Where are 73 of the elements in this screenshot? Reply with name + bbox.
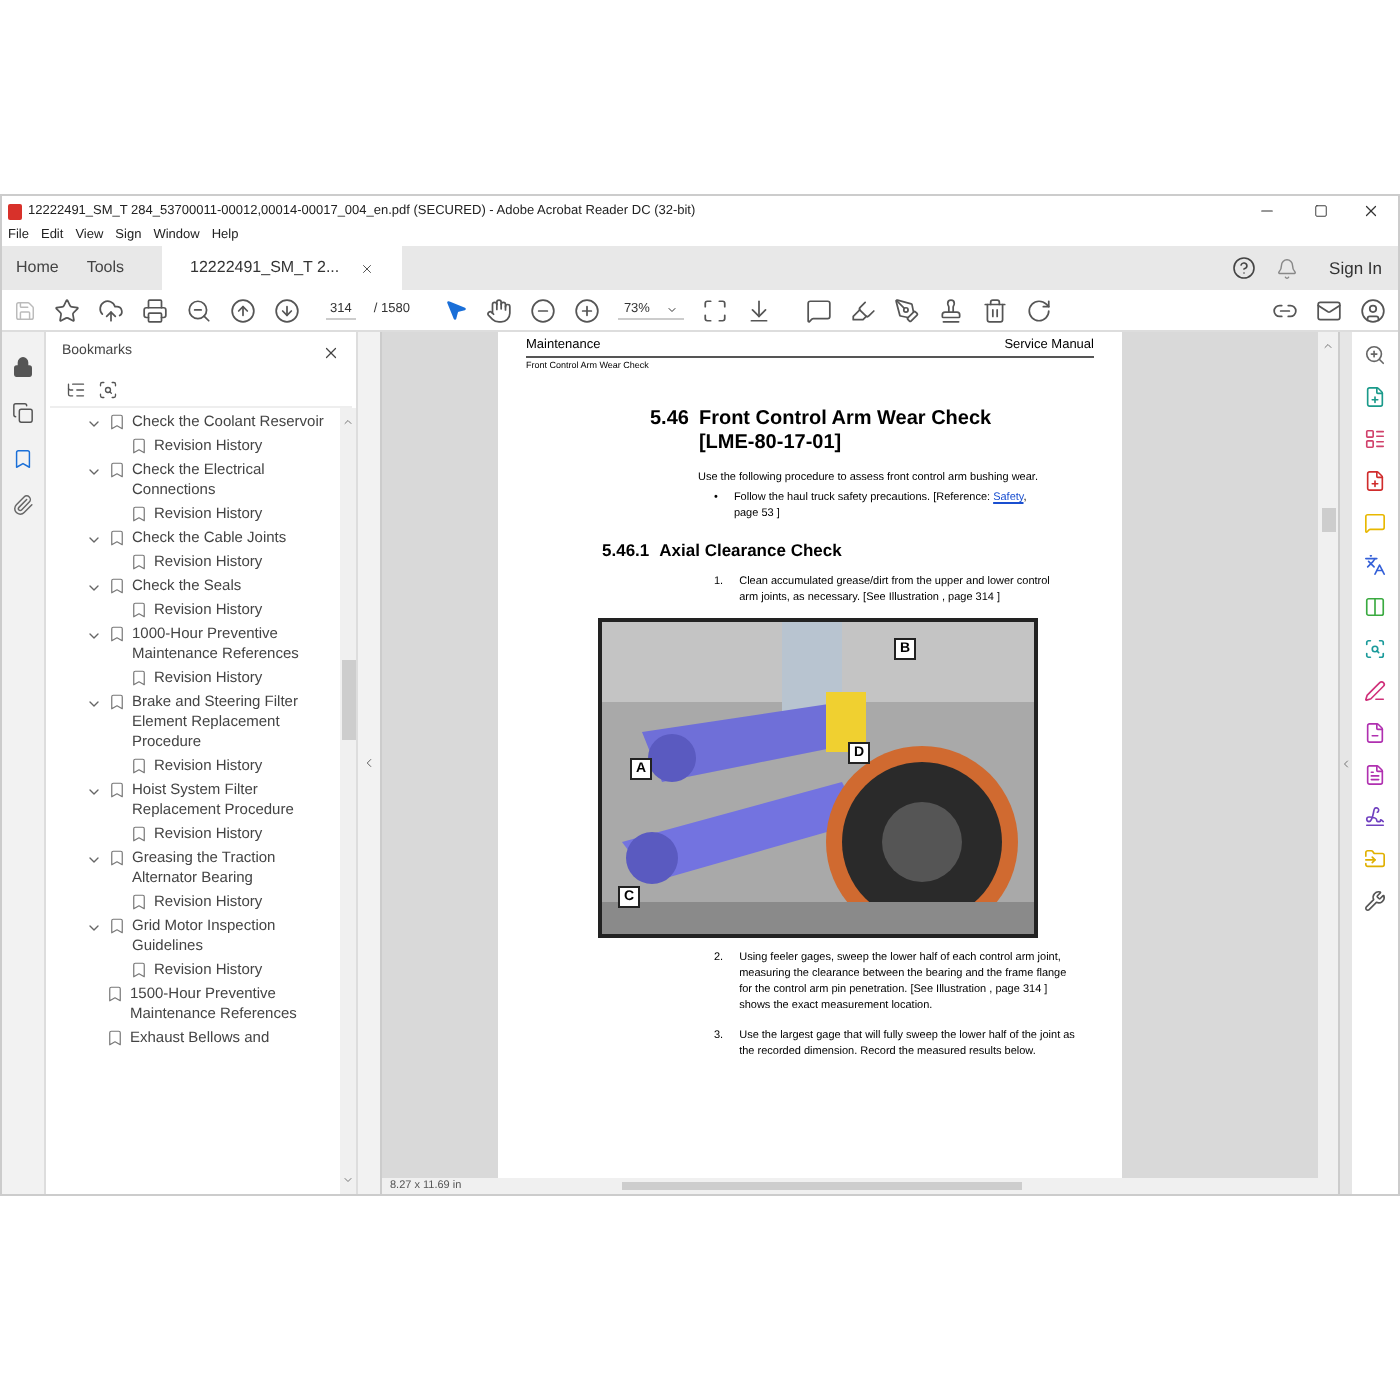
collapse-chevron-icon[interactable] — [86, 464, 102, 480]
comment-icon[interactable] — [805, 297, 832, 323]
tab[interactable]: Tools — [72, 246, 139, 290]
lock-icon[interactable] — [12, 356, 34, 378]
pages-icon[interactable] — [12, 402, 34, 424]
horizontal-scrollbar[interactable] — [621, 1182, 1022, 1190]
scroll-mode-icon[interactable] — [745, 297, 772, 323]
collapse-chevron-icon[interactable] — [86, 580, 102, 596]
layout-icon[interactable] — [1364, 428, 1386, 450]
document-icon[interactable] — [1364, 764, 1386, 786]
trash-icon[interactable] — [981, 297, 1008, 323]
section-heading: Front Control Arm Wear Check [LME-80-17-01] — [698, 407, 994, 455]
translate-icon[interactable] — [1364, 554, 1386, 576]
document-plus-icon[interactable] — [1364, 386, 1386, 408]
options-icon[interactable] — [66, 379, 86, 399]
stamp-icon[interactable] — [937, 297, 964, 323]
bell-icon[interactable] — [1275, 257, 1298, 279]
collapse-panel-icon[interactable] — [362, 756, 376, 770]
close-tab-icon[interactable] — [359, 261, 374, 275]
collapse-chevron-icon[interactable] — [86, 784, 102, 800]
scroll-thumb[interactable] — [1321, 508, 1335, 532]
select-cursor-icon[interactable] — [443, 298, 468, 322]
print-icon[interactable] — [142, 297, 168, 323]
close-icon[interactable] — [1362, 202, 1380, 220]
find-bookmark-icon[interactable] — [98, 379, 118, 399]
bookmark-icon — [106, 1028, 124, 1048]
pen-icon[interactable] — [1364, 680, 1386, 702]
collapse-chevron-icon[interactable] — [86, 532, 102, 548]
maximize-icon[interactable] — [1314, 204, 1328, 218]
collapse-chevron-icon[interactable] — [86, 696, 102, 712]
subsection-heading: Axial Clearance Check — [659, 538, 842, 564]
star-icon[interactable] — [54, 297, 80, 323]
zoom-out-icon[interactable] — [186, 297, 212, 323]
mail-icon[interactable] — [1316, 297, 1342, 323]
pen-icon[interactable] — [893, 297, 920, 323]
wrench-icon[interactable] — [1364, 890, 1386, 912]
zoom-icon[interactable] — [1364, 344, 1386, 366]
hand-icon[interactable] — [485, 297, 512, 323]
help-icon[interactable] — [1231, 256, 1256, 280]
document-icon[interactable] — [1364, 722, 1386, 744]
tab[interactable]: Home — [2, 246, 73, 290]
signature-icon[interactable] — [1364, 806, 1386, 828]
columns-icon[interactable] — [1364, 596, 1386, 618]
close-panel-icon[interactable] — [322, 343, 340, 361]
app-logo-icon — [8, 203, 22, 219]
document-plus-icon[interactable] — [1364, 470, 1386, 492]
zoom-plus-icon[interactable] — [573, 297, 600, 323]
rotate-icon[interactable] — [1025, 297, 1052, 323]
next-page-icon[interactable] — [274, 297, 300, 323]
previous-page-icon[interactable] — [230, 297, 256, 323]
subsection-number: 5.46.1 — [602, 538, 650, 564]
tab-label: Tools — [86, 256, 125, 280]
tab[interactable]: 12222491_SM_T 2... — [162, 246, 402, 290]
section-number: 5.46 — [650, 407, 689, 433]
tab-label: Home — [16, 256, 59, 280]
bookmark-panel-icon[interactable] — [12, 448, 34, 470]
upload-icon[interactable] — [98, 297, 124, 323]
document-scrollbar[interactable] — [1318, 332, 1338, 1194]
caret-icon — [665, 303, 678, 315]
collapse-chevron-icon[interactable] — [86, 416, 102, 432]
sign-in-button[interactable]: Sign In — [1317, 255, 1382, 281]
fit-page-icon[interactable] — [701, 297, 728, 323]
user-icon[interactable] — [1360, 297, 1386, 323]
scan-icon[interactable] — [1364, 638, 1386, 660]
zoom-minus-icon[interactable] — [529, 297, 556, 323]
scroll-thumb[interactable] — [341, 660, 355, 740]
scrollbar[interactable] — [340, 408, 356, 1194]
collapse-chevron-icon[interactable] — [86, 920, 102, 936]
collapse-chevron-icon[interactable] — [86, 852, 102, 868]
collapse-chevron-icon[interactable] — [86, 628, 102, 644]
paperclip-icon[interactable] — [12, 494, 34, 516]
highlighter-icon[interactable] — [849, 297, 876, 323]
tab-label: 12222491_SM_T 2... — [190, 256, 340, 280]
